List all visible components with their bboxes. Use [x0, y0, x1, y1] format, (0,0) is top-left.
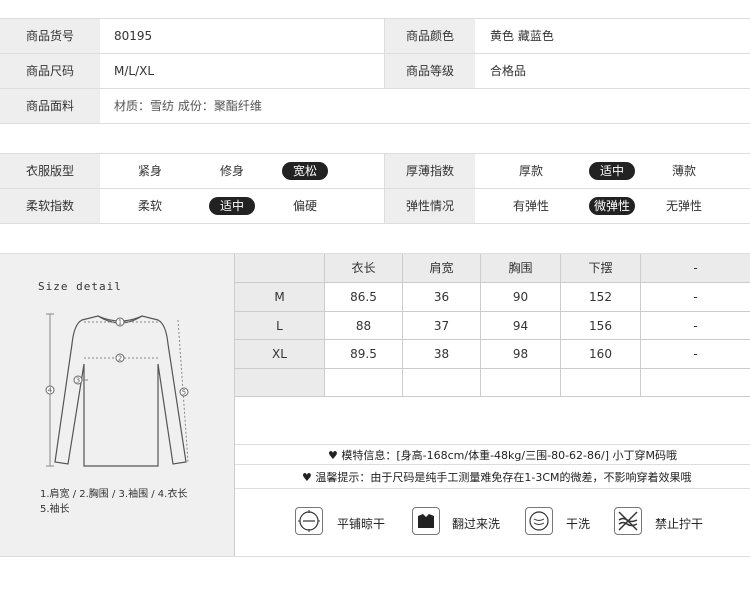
model-info-text: 模特信息：[身高-168cm/体重-48kg/三围-80-62-86/] 小丁穿… — [341, 449, 677, 462]
size-detail-title: Size detail — [38, 280, 122, 293]
table-cell: 94 — [481, 312, 561, 340]
fabric-label: 商品面料 — [0, 89, 100, 123]
thickness-option-selected: 适中 — [589, 162, 635, 180]
heart-icon: ♥ — [328, 449, 342, 462]
flat-dry-icon — [295, 507, 323, 535]
size-section: Size detail 1 2 3 4 5 1.肩宽 / 2.胸围 / 3.袖围… — [0, 253, 750, 557]
do-not-wring-icon — [614, 507, 642, 535]
size-label: 商品尺码 — [0, 54, 100, 88]
measure-legend-line1: 1.肩宽 / 2.胸围 / 3.袖围 / 4.衣长 — [40, 489, 188, 500]
col-header: 下摆 — [561, 254, 641, 283]
fabric-value: 材质：雪纺 成份：聚酯纤维 — [114, 99, 262, 113]
marker-2: 2 — [118, 355, 122, 363]
fit-table: 衣服版型 紧身 修身 宽松 厚薄指数 厚款 适中 薄款 柔软指数 柔软 适中 偏… — [0, 153, 750, 224]
table-cell: 86.5 — [325, 283, 403, 312]
marker-4: 4 — [48, 387, 53, 395]
grade-label: 商品等级 — [384, 54, 475, 88]
elasticity-option: 无弹性 — [665, 199, 702, 213]
table-cell: 88 — [325, 312, 403, 340]
fit-row: 柔软指数 柔软 适中 偏硬 弹性情况 有弹性 微弹性 无弹性 — [0, 189, 750, 224]
table-cell: 37 — [403, 312, 481, 340]
softness-option: 柔软 — [137, 199, 162, 213]
care-label: 翻过来洗 — [452, 517, 501, 531]
marker-5: 5 — [182, 389, 186, 397]
reminder-text: 温馨提示：由于尺码是纯手工测量难免存在1-3CM的微差，不影响穿着效果哦 — [315, 471, 692, 484]
dry-clean-icon — [525, 507, 553, 535]
row-header-size: XL — [235, 340, 325, 369]
softness-label: 柔软指数 — [0, 189, 100, 223]
divider — [235, 444, 750, 445]
care-label: 干洗 — [566, 517, 591, 531]
marker-1: 1 — [118, 319, 122, 327]
grade-value: 合格品 — [490, 64, 527, 78]
elasticity-label: 弹性情况 — [384, 189, 475, 223]
col-header: 衣长 — [325, 254, 403, 283]
fit-option: 紧身 — [137, 164, 162, 178]
row-header-empty — [235, 369, 325, 397]
fit-row: 衣服版型 紧身 修身 宽松 厚薄指数 厚款 适中 薄款 — [0, 154, 750, 189]
table-cell-empty — [561, 369, 641, 397]
table-cell-empty — [403, 369, 481, 397]
table-cell: - — [641, 312, 750, 340]
col-header: 胸围 — [481, 254, 561, 283]
table-cell: 156 — [561, 312, 641, 340]
table-cell-empty — [481, 369, 561, 397]
fit-option: 修身 — [219, 164, 244, 178]
care-label: 平铺晾干 — [337, 517, 386, 531]
measure-legend-line2: 5.袖长 — [40, 504, 70, 515]
fit-type-label: 衣服版型 — [0, 154, 100, 188]
shirt-diagram: 1 2 3 4 5 — [45, 313, 189, 467]
size-value: M/L/XL — [114, 64, 155, 78]
softness-option-selected: 适中 — [209, 197, 255, 215]
model-info-line: ♥ 模特信息：[身高-168cm/体重-48kg/三围-80-62-86/] 小… — [328, 447, 677, 463]
color-label: 商品颜色 — [384, 19, 475, 53]
thickness-label: 厚薄指数 — [384, 154, 475, 188]
elasticity-option: 有弹性 — [512, 199, 549, 213]
divider — [235, 464, 750, 465]
size-table: 衣长 肩宽 胸围 下摆 - M 86.5 36 90 152 - L 88 37… — [235, 254, 750, 397]
size-detail-panel: Size detail 1 2 3 4 5 1.肩宽 / 2.胸围 / 3.袖围… — [0, 254, 235, 556]
row-header-size: M — [235, 283, 325, 312]
table-cell: 160 — [561, 340, 641, 369]
table-cell: 38 — [403, 340, 481, 369]
table-cell: 89.5 — [325, 340, 403, 369]
info-row: 商品货号 80195 商品颜色 黄色 藏蓝色 — [0, 19, 750, 54]
turn-inside-out-icon — [412, 507, 440, 535]
care-label: 禁止拧干 — [655, 517, 704, 531]
sku-value: 80195 — [114, 29, 153, 43]
table-cell: 152 — [561, 283, 641, 312]
divider — [235, 488, 750, 489]
info-row: 商品面料 材质：雪纺 成份：聚酯纤维 — [0, 89, 750, 124]
row-header-size: L — [235, 312, 325, 340]
table-cell: - — [641, 283, 750, 312]
table-cell: 36 — [403, 283, 481, 312]
info-row: 商品尺码 M/L/XL 商品等级 合格品 — [0, 54, 750, 89]
reminder-line: ♥ 温馨提示：由于尺码是纯手工测量难免存在1-3CM的微差，不影响穿着效果哦 — [302, 469, 692, 485]
elasticity-option-selected: 微弹性 — [589, 197, 635, 215]
heart-icon: ♥ — [302, 471, 316, 484]
table-cell-empty — [325, 369, 403, 397]
thickness-option: 厚款 — [518, 164, 543, 178]
col-header: 肩宽 — [403, 254, 481, 283]
table-cell: 98 — [481, 340, 561, 369]
thickness-option: 薄款 — [671, 164, 696, 178]
table-cell: 90 — [481, 283, 561, 312]
table-cell: - — [641, 340, 750, 369]
softness-option: 偏硬 — [292, 199, 317, 213]
fit-option-selected: 宽松 — [282, 162, 328, 180]
marker-3: 3 — [76, 377, 80, 385]
sku-label: 商品货号 — [0, 19, 100, 53]
table-cell-empty — [641, 369, 750, 397]
product-info-table: 商品货号 80195 商品颜色 黄色 藏蓝色 商品尺码 M/L/XL 商品等级 … — [0, 18, 750, 124]
corner-cell — [235, 254, 325, 283]
color-value: 黄色 藏蓝色 — [490, 29, 554, 43]
col-header: - — [641, 254, 750, 283]
